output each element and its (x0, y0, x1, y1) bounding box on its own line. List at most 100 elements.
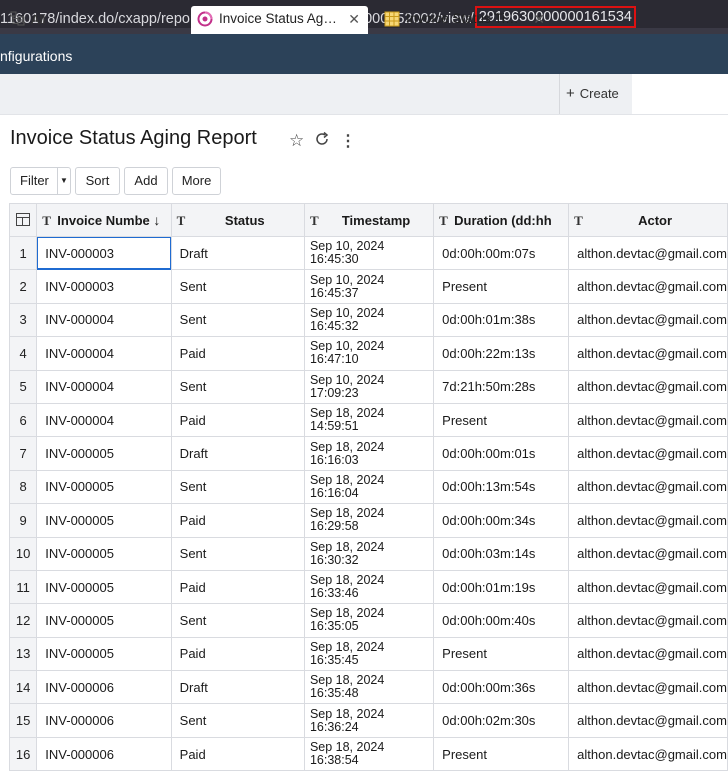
cell-timestamp[interactable]: Sep 10, 2024 16:45:30 (303, 235, 435, 271)
cell-invoice-number[interactable]: INV-000003 (36, 269, 172, 304)
cell-status[interactable]: Paid (170, 503, 305, 538)
cell-status[interactable]: Sent (170, 703, 305, 738)
cell-actor[interactable]: althon.devtac@gmail.com (568, 336, 728, 371)
cell-actor[interactable]: althon.devtac@gmail.com (568, 636, 728, 672)
cell-status[interactable]: Paid (170, 736, 305, 771)
cell-duration[interactable]: 0d:00h:13m:54s (433, 469, 570, 505)
sort-button[interactable]: Sort (75, 167, 120, 195)
column-header-duration[interactable]: T Duration (dd:hh (433, 203, 570, 237)
chevron-down-icon[interactable]: ▼ (57, 168, 70, 194)
cell-duration[interactable]: 0d:00h:00m:36s (433, 670, 570, 705)
table-row[interactable]: 10 INV-000005 Sent Sep 18, 2024 16:30:32 0d:0… (8, 536, 728, 571)
tab-invoice-status-aging-report[interactable]: Invoice Status Aging Report ✕ (191, 6, 368, 34)
table-row[interactable]: 9 INV-000005 Paid Sep 18, 2024 16:29:58 0d:00… (8, 503, 728, 538)
cell-duration[interactable]: 0d:00h:01m:19s (433, 569, 570, 605)
table-row[interactable]: 4 INV-000004 Paid Sep 10, 2024 16:47:10 0d:00… (8, 336, 728, 371)
grid-corner-cell[interactable] (8, 203, 38, 237)
cell-invoice-number[interactable]: INV-000005 (36, 503, 172, 538)
cell-invoice-number[interactable]: INV-000006 (36, 736, 172, 771)
cell-timestamp[interactable]: Sep 18, 2024 16:35:45 (303, 636, 435, 672)
table-row[interactable]: 7 INV-000005 Draft Sep 18, 2024 16:16:03 0d:0… (8, 436, 728, 471)
cell-timestamp[interactable]: Sep 18, 2024 14:59:51 (303, 402, 435, 438)
cell-actor[interactable]: althon.devtac@gmail.com (568, 269, 728, 304)
cell-invoice-number[interactable]: INV-000004 (36, 369, 172, 404)
cell-timestamp[interactable]: Sep 18, 2024 16:35:05 (303, 603, 435, 638)
table-row[interactable]: 1 INV-000003 Draft Sep 10, 2024 16:45:30 0d:0… (8, 235, 728, 271)
cell-status[interactable]: Paid (170, 336, 305, 371)
cell-duration[interactable]: 0d:00h:00m:07s (433, 235, 570, 271)
star-icon[interactable]: ☆ (289, 131, 304, 151)
cell-actor[interactable]: althon.devtac@gmail.com (568, 703, 728, 738)
cell-invoice-number[interactable]: INV-000004 (36, 302, 172, 338)
cell-invoice-number[interactable]: INV-000005 (36, 603, 172, 638)
cell-invoice-number[interactable]: INV-000003 (36, 235, 172, 271)
table-row[interactable]: 2 INV-000003 Sent Sep 10, 2024 16:45:37 Prese… (8, 269, 728, 304)
cell-invoice-number[interactable]: INV-000005 (36, 636, 172, 672)
cell-duration[interactable]: 0d:00h:00m:01s (433, 436, 570, 471)
cell-status[interactable]: Sent (170, 269, 305, 304)
cell-actor[interactable]: althon.devtac@gmail.com (568, 302, 728, 338)
cell-duration[interactable]: 0d:00h:02m:30s (433, 703, 570, 738)
cell-duration[interactable]: Present (433, 736, 570, 771)
table-row[interactable]: 12 INV-000005 Sent Sep 18, 2024 16:35:05 0d:0… (8, 603, 728, 638)
cell-invoice-number[interactable]: INV-000006 (36, 670, 172, 705)
table-row[interactable]: 6 INV-000004 Paid Sep 18, 2024 14:59:51 Prese… (8, 402, 728, 438)
cell-duration[interactable]: 0d:00h:03m:14s (433, 536, 570, 571)
table-row[interactable]: 3 INV-000004 Sent Sep 10, 2024 16:45:32 0d:00… (8, 302, 728, 338)
column-header-timestamp[interactable]: T Timestamp (303, 203, 435, 237)
cell-invoice-number[interactable]: INV-000006 (36, 703, 172, 738)
tab-invoice-status-timestamp[interactable]: Invoice Status Timestamp ✕ (378, 6, 553, 34)
cell-actor[interactable]: althon.devtac@gmail.com (568, 603, 728, 638)
cell-actor[interactable]: althon.devtac@gmail.com (568, 503, 728, 538)
table-settings-icon[interactable] (16, 212, 31, 226)
cell-actor[interactable]: althon.devtac@gmail.com (568, 569, 728, 605)
cell-actor[interactable]: althon.devtac@gmail.com (568, 235, 728, 271)
cell-status[interactable]: Draft (170, 436, 305, 471)
cell-status[interactable]: Paid (170, 569, 305, 605)
cell-duration[interactable]: Present (433, 636, 570, 672)
cell-actor[interactable]: althon.devtac@gmail.com (568, 469, 728, 505)
table-row[interactable]: 5 INV-000004 Sent Sep 10, 2024 17:09:23 7d:21… (8, 369, 728, 404)
cell-status[interactable]: Sent (170, 536, 305, 571)
cell-timestamp[interactable]: Sep 18, 2024 16:16:04 (303, 469, 435, 505)
cell-timestamp[interactable]: Sep 18, 2024 16:16:03 (303, 436, 435, 471)
cell-actor[interactable]: althon.devtac@gmail.com (568, 369, 728, 404)
table-row[interactable]: 15 INV-000006 Sent Sep 18, 2024 16:36:24 0d:0… (8, 703, 728, 738)
cell-status[interactable]: Paid (170, 402, 305, 438)
cell-status[interactable]: Sent (170, 369, 305, 404)
cell-invoice-number[interactable]: INV-000005 (36, 536, 172, 571)
cell-timestamp[interactable]: Sep 18, 2024 16:30:32 (303, 536, 435, 571)
cell-timestamp[interactable]: Sep 18, 2024 16:38:54 (303, 736, 435, 771)
create-button[interactable]: + Create (566, 85, 619, 102)
cell-timestamp[interactable]: Sep 10, 2024 16:45:32 (303, 302, 435, 338)
table-row[interactable]: 11 INV-000005 Paid Sep 18, 2024 16:33:46 0d:0… (8, 569, 728, 605)
column-header-status[interactable]: T Status (170, 203, 305, 237)
table-row[interactable]: 16 INV-000006 Paid Sep 18, 2024 16:38:54 Pres… (8, 736, 728, 771)
cell-timestamp[interactable]: Sep 10, 2024 17:09:23 (303, 369, 435, 404)
cell-status[interactable]: Draft (170, 670, 305, 705)
kebab-menu-icon[interactable]: ⋮ (340, 131, 356, 151)
cell-duration[interactable]: 7d:21h:50m:28s (433, 369, 570, 404)
cell-timestamp[interactable]: Sep 18, 2024 16:33:46 (303, 569, 435, 605)
cell-status[interactable]: Sent (170, 469, 305, 505)
refresh-icon[interactable] (314, 131, 330, 150)
cell-duration[interactable]: 0d:00h:22m:13s (433, 336, 570, 371)
app-header-title[interactable]: nfigurations (0, 48, 72, 64)
cell-timestamp[interactable]: Sep 18, 2024 16:36:24 (303, 703, 435, 738)
column-header-actor[interactable]: T Actor (568, 203, 728, 237)
cell-duration[interactable]: 0d:00h:01m:38s (433, 302, 570, 338)
table-row[interactable]: 13 INV-000005 Paid Sep 18, 2024 16:35:45 Pres… (8, 636, 728, 672)
cell-timestamp[interactable]: Sep 10, 2024 16:47:10 (303, 336, 435, 371)
table-row[interactable]: 8 INV-000005 Sent Sep 18, 2024 16:16:04 0d:00… (8, 469, 728, 505)
column-header-invoice-number[interactable]: T Invoice Numbe ↓ (36, 203, 172, 237)
cell-duration[interactable]: Present (433, 269, 570, 304)
cell-invoice-number[interactable]: INV-000004 (36, 336, 172, 371)
more-button[interactable]: More (172, 167, 221, 195)
filter-button[interactable]: Filter ▼ (10, 167, 71, 195)
cell-actor[interactable]: althon.devtac@gmail.com (568, 436, 728, 471)
cell-invoice-number[interactable]: INV-000004 (36, 402, 172, 438)
cell-invoice-number[interactable]: INV-000005 (36, 569, 172, 605)
cell-status[interactable]: Sent (170, 603, 305, 638)
close-icon[interactable]: ✕ (533, 11, 545, 28)
cell-timestamp[interactable]: Sep 10, 2024 16:45:37 (303, 269, 435, 304)
